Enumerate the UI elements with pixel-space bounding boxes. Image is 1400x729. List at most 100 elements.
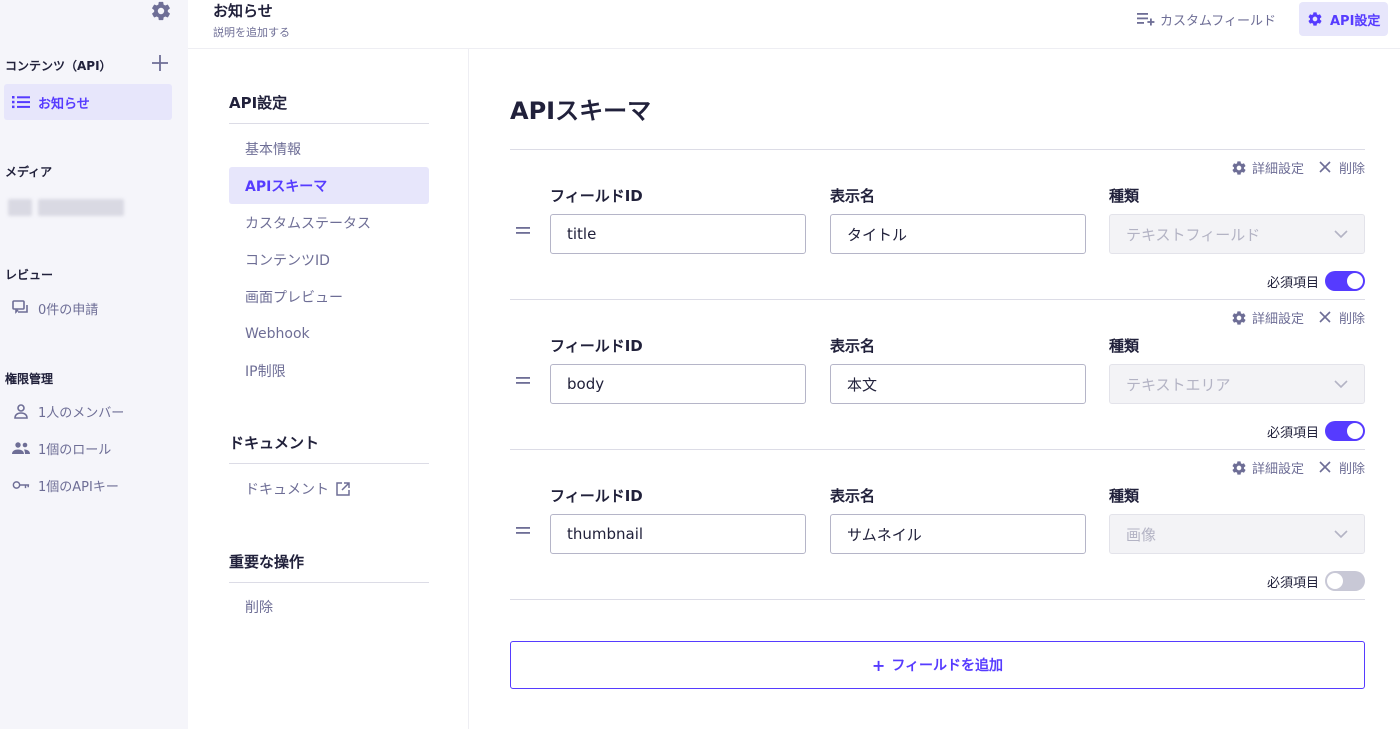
api-settings-label: API設定 [1330,13,1381,29]
sidebar-item-apikeys[interactable]: 1個のAPIキー [4,467,172,503]
main-title: APIスキーマ [510,97,652,125]
page-title: お知らせ [213,2,273,20]
field-id-input[interactable]: body [550,364,806,404]
review-heading: レビュー [5,268,54,282]
toggle-knob [1347,273,1363,289]
contents-heading: コンテンツ（API） [5,59,112,73]
media-icon [8,199,32,216]
nav-item-preview[interactable]: 画面プレビュー [229,278,429,315]
field-id-input[interactable]: thumbnail [550,514,806,554]
required-label: 必須項目 [1266,575,1319,591]
sidebar-item-label: 1人のメンバー [38,405,125,421]
drag-handle-icon[interactable] [516,220,530,234]
display-name-label: 表示名 [830,337,876,355]
field-id-input[interactable]: title [550,214,806,254]
sidebar-item-review[interactable]: 0件の申請 [4,290,172,326]
detail-settings-button[interactable]: 詳細設定 [1231,308,1304,327]
nav-item-api-schema[interactable]: APIスキーマ [229,167,429,204]
custom-field-label: カスタムフィールド [1160,13,1276,29]
type-select[interactable]: 画像 [1109,514,1365,554]
field-id-label: フィールドID [550,487,643,505]
detail-settings-label: 詳細設定 [1251,462,1304,477]
sidebar-item-label: お知らせ [38,96,90,112]
nav-heading-danger: 重要な操作 [229,551,429,583]
sidebar-item-oshirase[interactable]: お知らせ [4,84,172,120]
nav-heading-api: API設定 [229,92,429,124]
toggle-knob [1347,423,1363,439]
sidebar: コンテンツ（API） お知らせ メディア レビュー 0件の申請 権限管理 1人の… [0,0,188,729]
external-link-icon [335,481,351,497]
sidebar-item-members[interactable]: 1人のメンバー [4,393,172,429]
page-header: お知らせ 説明を追加する カスタムフィールド API設定 [188,0,1400,49]
playlist-add-icon [1137,10,1155,28]
field-id-label: フィールドID [550,337,643,355]
plus-icon: + [871,655,886,675]
row-actions: 詳細設定 削除 [1231,158,1365,177]
nav-item-basic-info[interactable]: 基本情報 [229,130,429,167]
sidebar-item-roles[interactable]: 1個のロール [4,430,172,466]
nav-item-ip-restriction[interactable]: IP制限 [229,352,429,389]
page-description[interactable]: 説明を追加する [213,24,290,40]
plus-icon[interactable] [150,53,170,73]
nav-item-delete[interactable]: 削除 [229,588,429,625]
delete-field-label: 削除 [1338,312,1365,327]
nav-item-custom-status[interactable]: カスタムステータス [229,204,429,241]
type-label: 種類 [1109,337,1140,355]
delete-field-label: 削除 [1338,462,1365,477]
media-heading: メディア [5,165,53,179]
type-label: 種類 [1109,187,1140,205]
gear-icon[interactable] [150,0,172,22]
required-toggle[interactable] [1325,571,1365,591]
media-label-blurred [38,199,124,216]
display-name-input[interactable]: 本文 [830,364,1086,404]
field-row: 詳細設定 削除 フィールドID 表示名 種類 thumbnail サムネイル 画像 必須項目 [510,450,1365,600]
drag-handle-icon[interactable] [516,520,530,534]
type-select-value: テキストフィールド [1126,225,1261,244]
media-item-blurred[interactable] [8,199,124,216]
delete-field-button[interactable]: 削除 [1318,458,1365,477]
display-name-input[interactable]: サムネイル [830,514,1086,554]
nav-item-webhook[interactable]: Webhook [229,315,429,352]
detail-settings-button[interactable]: 詳細設定 [1231,158,1304,177]
api-settings-button[interactable]: API設定 [1299,2,1389,36]
delete-field-button[interactable]: 削除 [1318,308,1365,327]
close-icon [1318,310,1334,326]
field-row: 詳細設定 削除フィールドID 表示名 種類 title タイトル テキストフィールド必須項目 [510,150,1365,300]
type-select-value: テキストエリア [1126,375,1231,394]
gear-icon [1231,160,1247,176]
required-label: 必須項目 [1266,275,1319,291]
nav-heading-doc: ドキュメント [229,432,429,464]
required-toggle[interactable] [1325,421,1365,441]
detail-settings-button[interactable]: 詳細設定 [1231,458,1304,477]
close-icon [1318,160,1334,176]
person-icon [12,402,30,420]
add-field-label: フィールドを追加 [891,658,1004,674]
add-field-button[interactable]: + フィールドを追加 [510,641,1365,689]
field-id-label: フィールドID [550,187,643,205]
required-toggle-group: 必須項目 [1267,571,1365,591]
type-select[interactable]: テキストエリア [1109,364,1365,404]
key-icon [12,476,30,494]
nav-item-content-id[interactable]: コンテンツID [229,241,429,278]
schema-list: 詳細設定 削除 フィールドID 表示名 種類 title タイトル テキストフィールド 必須項目… [510,149,1365,600]
detail-settings-label: 詳細設定 [1251,162,1304,177]
display-name-label: 表示名 [830,187,876,205]
people-icon [12,439,30,457]
display-name-input[interactable]: タイトル [830,214,1086,254]
display-name-label: 表示名 [830,487,876,505]
gear-icon [1307,10,1325,28]
delete-field-label: 削除 [1338,162,1365,177]
chat-icon [12,299,30,317]
close-icon [1318,460,1334,476]
row-actions: 詳細設定 削除 [1231,308,1365,327]
drag-handle-icon[interactable] [516,370,530,384]
required-toggle[interactable] [1325,271,1365,291]
custom-field-button[interactable]: カスタムフィールド [1129,2,1284,36]
list-icon [12,93,30,111]
type-select[interactable]: テキストフィールド [1109,214,1365,254]
sidebar-item-label: 1個のロール [38,442,112,458]
settings-nav: API設定 基本情報 APIスキーマ カスタムステータス コンテンツID 画面プ… [188,49,469,729]
delete-field-button[interactable]: 削除 [1318,158,1365,177]
toggle-knob [1327,573,1343,589]
nav-item-document[interactable]: ドキュメント [229,470,429,507]
